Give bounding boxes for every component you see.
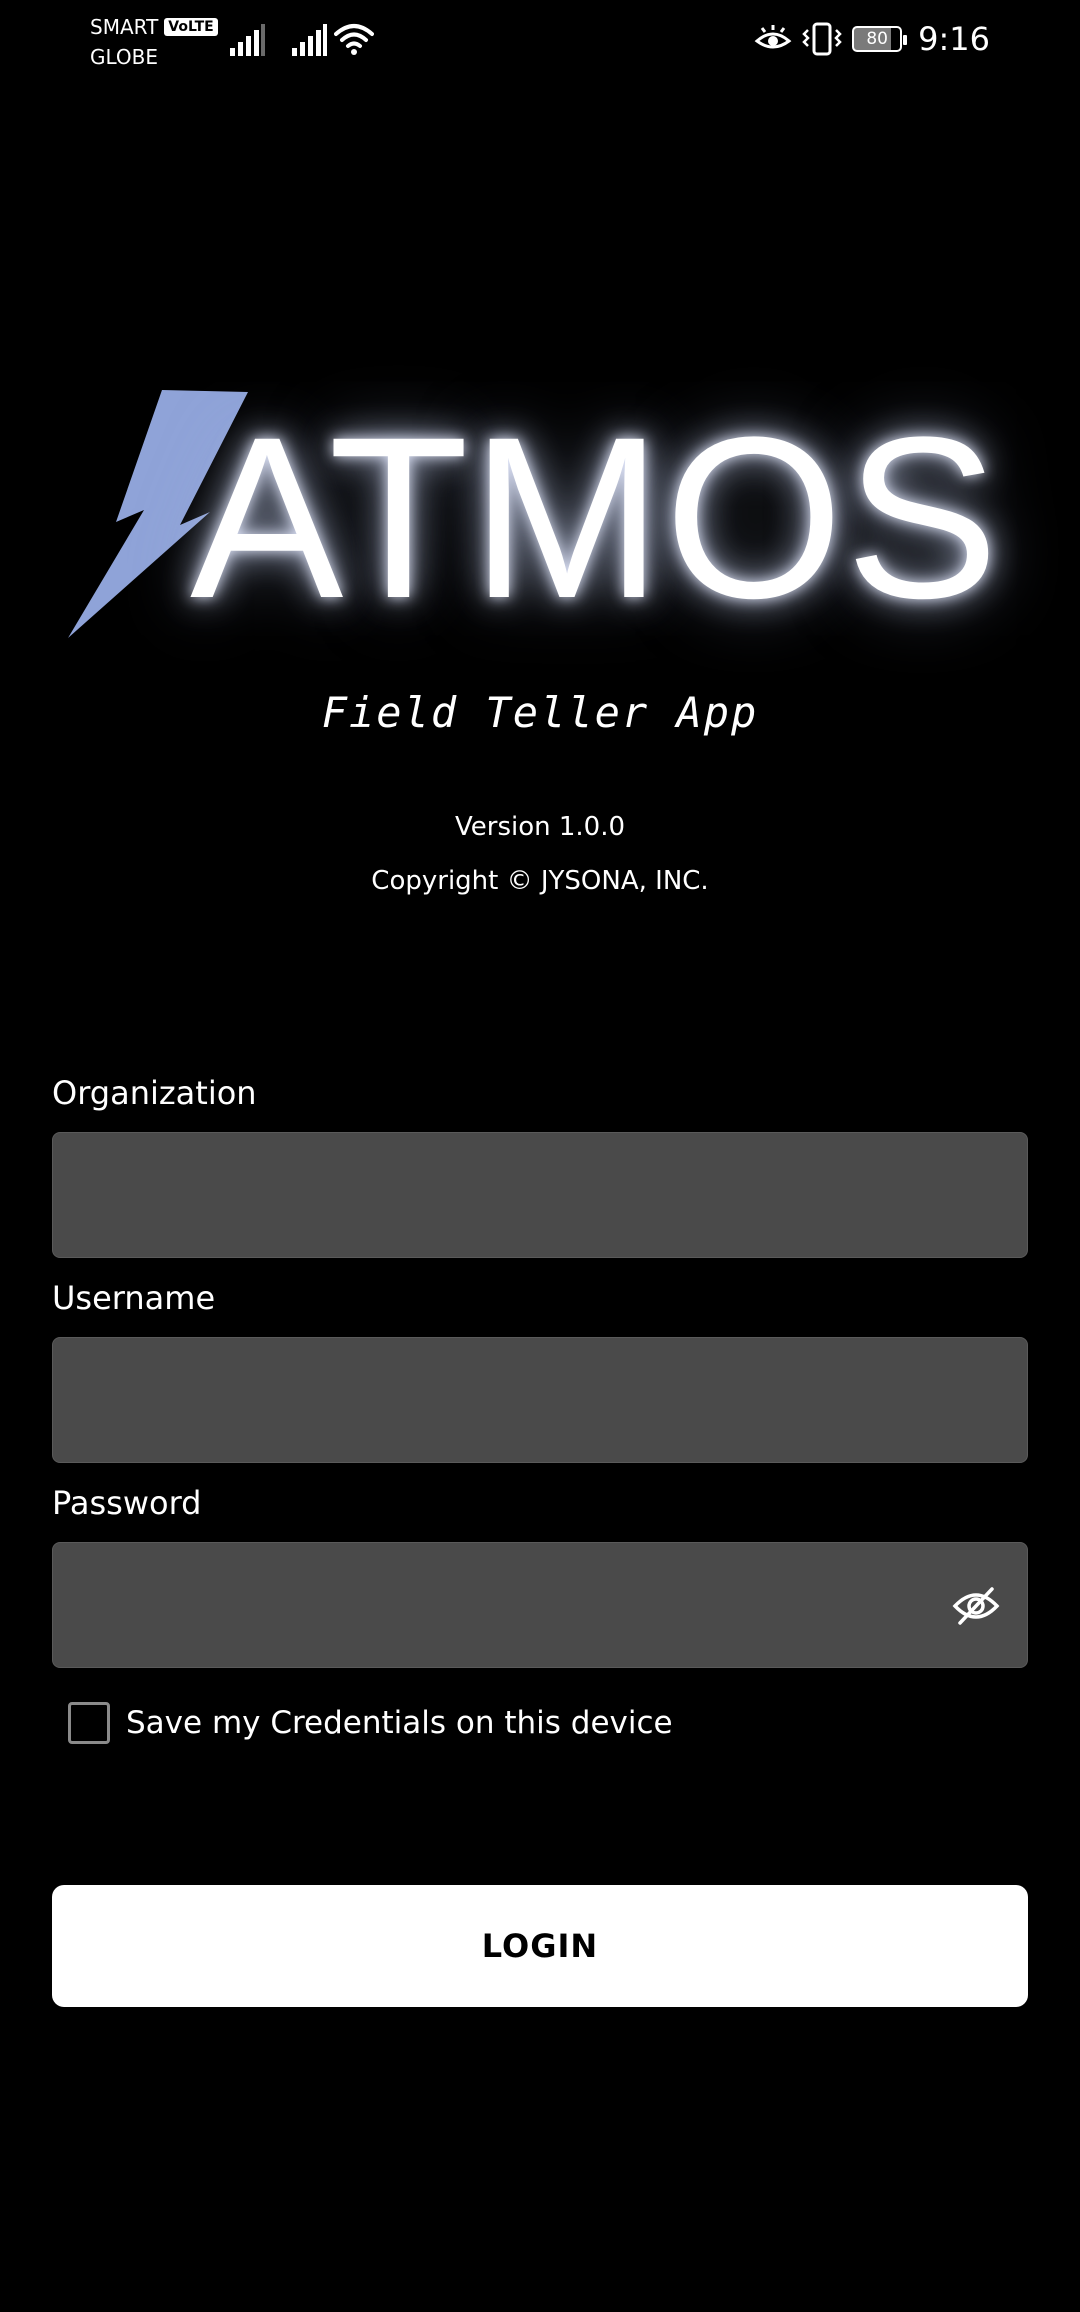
- status-right: 80 9:16: [754, 14, 990, 64]
- password-label: Password: [52, 1484, 202, 1522]
- login-button[interactable]: LOGIN: [52, 1885, 1028, 2007]
- battery-icon: 80: [852, 26, 908, 52]
- eye-off-icon: [952, 1587, 1000, 1625]
- carrier-2-label: GLOBE: [90, 45, 159, 69]
- save-credentials-checkbox[interactable]: [68, 1702, 110, 1744]
- save-credentials-row[interactable]: Save my Credentials on this device: [68, 1702, 673, 1744]
- organization-input[interactable]: [52, 1132, 1028, 1258]
- logo-text: ATMOS: [190, 389, 1001, 646]
- signal-icon: [292, 24, 327, 56]
- version-text: Version 1.0.0: [454, 812, 626, 842]
- password-visibility-toggle[interactable]: [946, 1578, 1006, 1634]
- status-clock: 9:16: [918, 20, 990, 58]
- volte-badge: VoLTE: [164, 18, 218, 36]
- copyright-text: Copyright © JYSONA, INC.: [371, 866, 709, 896]
- username-input[interactable]: [52, 1337, 1028, 1463]
- carrier-info: SMART VoLTE GLOBE: [90, 12, 218, 72]
- signal-icon: [230, 24, 265, 56]
- username-label: Username: [52, 1279, 216, 1317]
- password-input[interactable]: [52, 1542, 1028, 1668]
- battery-level: 80: [866, 29, 888, 49]
- eye-comfort-icon: [754, 25, 792, 49]
- organization-label: Organization: [52, 1074, 257, 1112]
- app-subtitle: Field Teller App: [321, 688, 759, 737]
- wifi-icon: [334, 24, 374, 55]
- save-credentials-label[interactable]: Save my Credentials on this device: [126, 1705, 673, 1741]
- atmos-logo: ATMOS: [60, 380, 1020, 660]
- vibrate-icon: [802, 22, 842, 56]
- status-bar: SMART VoLTE GLOBE 80 9:16: [0, 0, 1080, 80]
- carrier-1-label: SMART: [90, 15, 159, 39]
